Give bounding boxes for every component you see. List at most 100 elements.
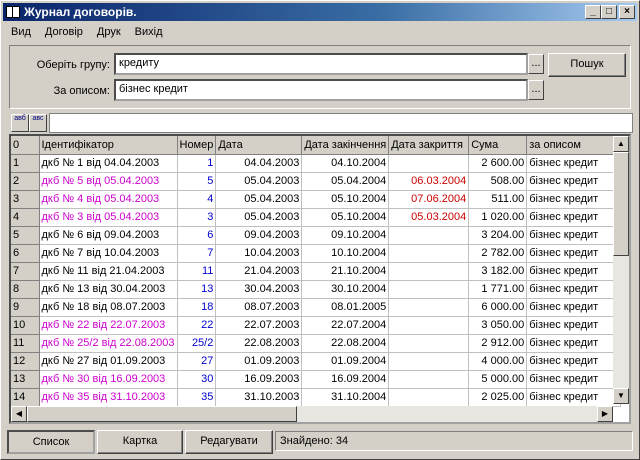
grid-filter-input[interactable] xyxy=(49,113,633,133)
cell-description[interactable]: бізнес кредит xyxy=(526,316,622,335)
cell-sum[interactable]: 3 182.00 xyxy=(468,262,528,281)
cell-id[interactable]: дкб № 7 від 10.04.2003 xyxy=(39,244,178,263)
cell-date[interactable]: 01.09.2003 xyxy=(215,352,303,371)
menu-contract[interactable]: Договір xyxy=(37,26,89,38)
minimize-button[interactable]: _ xyxy=(585,5,601,19)
menu-view[interactable]: Вид xyxy=(3,26,37,38)
row-number[interactable]: 13 xyxy=(11,370,40,389)
cell-date[interactable]: 10.04.2003 xyxy=(215,244,303,263)
cell-id[interactable]: дкб № 35 від 31.10.2003 xyxy=(39,388,178,407)
cell-id[interactable]: дкб № 6 від 09.04.2003 xyxy=(39,226,178,245)
table-row[interactable]: 14 дкб № 35 від 31.10.2003 35 31.10.2003 31.… xyxy=(11,388,622,407)
table-row[interactable]: 3 дкб № 4 від 05.04.2003 4 05.04.2003 05.10.… xyxy=(11,190,622,209)
cell-end-date[interactable]: 01.09.2004 xyxy=(301,352,390,371)
cell-sum[interactable]: 1 020.00 xyxy=(468,208,528,227)
cell-date[interactable]: 09.04.2003 xyxy=(215,226,303,245)
cell-end-date[interactable]: 22.07.2004 xyxy=(301,316,390,335)
table-row[interactable]: 5 дкб № 6 від 09.04.2003 6 09.04.2003 09.10.… xyxy=(11,226,622,245)
vertical-scrollbar[interactable]: ▲ ▼ xyxy=(613,136,629,404)
cell-end-date[interactable]: 05.10.2004 xyxy=(301,190,390,209)
cell-description[interactable]: бізнес кредит xyxy=(526,244,622,263)
sort-icon[interactable]: авб xyxy=(11,114,29,132)
cell-sum[interactable]: 3 050.00 xyxy=(468,316,528,335)
cell-sum[interactable]: 5 000.00 xyxy=(468,370,528,389)
cell-end-date[interactable]: 21.10.2004 xyxy=(301,262,390,281)
cell-close-date[interactable] xyxy=(388,262,470,281)
cell-sum[interactable]: 2 912.00 xyxy=(468,334,528,353)
search-button[interactable]: Пошук xyxy=(548,53,626,77)
col-header-index[interactable]: 0 xyxy=(11,136,40,155)
cell-id[interactable]: дкб № 25/2 від 22.08.2003 xyxy=(39,334,178,353)
table-row[interactable]: 1 дкб № 1 від 04.04.2003 1 04.04.2003 04.10.… xyxy=(11,154,622,173)
cell-sum[interactable]: 1 771.00 xyxy=(468,280,528,299)
description-browse-button[interactable]: ... xyxy=(528,80,544,100)
cell-description[interactable]: бізнес кредит xyxy=(526,172,622,191)
row-number[interactable]: 11 xyxy=(11,334,40,353)
cell-description[interactable]: бізнес кредит xyxy=(526,262,622,281)
cell-date[interactable]: 22.08.2003 xyxy=(215,334,303,353)
vertical-scroll-thumb[interactable] xyxy=(613,152,629,256)
cell-number[interactable]: 22 xyxy=(177,316,217,335)
edit-button[interactable]: Редагувати xyxy=(185,430,273,454)
cell-date[interactable]: 05.04.2003 xyxy=(215,190,303,209)
cell-date[interactable]: 08.07.2003 xyxy=(215,298,303,317)
cell-close-date[interactable] xyxy=(388,352,470,371)
cell-sum[interactable]: 511.00 xyxy=(468,190,528,209)
cell-date[interactable]: 22.07.2003 xyxy=(215,316,303,335)
scroll-right-button[interactable]: ▶ xyxy=(597,406,613,422)
cell-id[interactable]: дкб № 18 від 08.07.2003 xyxy=(39,298,178,317)
cell-number[interactable]: 30 xyxy=(177,370,217,389)
col-header-end-date[interactable]: Дата закінчення xyxy=(301,136,390,155)
table-row[interactable]: 7 дкб № 11 від 21.04.2003 11 21.04.2003 21.1… xyxy=(11,262,622,281)
cell-id[interactable]: дкб № 5 від 05.04.2003 xyxy=(39,172,178,191)
cell-date[interactable]: 21.04.2003 xyxy=(215,262,303,281)
col-header-description[interactable]: за описом xyxy=(526,136,622,155)
table-row[interactable]: 12 дкб № 27 від 01.09.2003 27 01.09.2003 01.… xyxy=(11,352,622,371)
col-header-id[interactable]: Ідентифікатор xyxy=(39,136,178,155)
cell-close-date[interactable] xyxy=(388,370,470,389)
cell-number[interactable]: 27 xyxy=(177,352,217,371)
cell-end-date[interactable]: 09.10.2004 xyxy=(301,226,390,245)
group-field[interactable]: кредиту xyxy=(114,53,528,75)
menu-print[interactable]: Друк xyxy=(89,26,127,38)
cell-description[interactable]: бізнес кредит xyxy=(526,334,622,353)
table-row[interactable]: 13 дкб № 30 від 16.09.2003 30 16.09.2003 16.… xyxy=(11,370,622,389)
group-browse-button[interactable]: ... xyxy=(528,54,544,74)
cell-end-date[interactable]: 30.10.2004 xyxy=(301,280,390,299)
row-number[interactable]: 12 xyxy=(11,352,40,371)
close-button[interactable]: × xyxy=(619,5,635,19)
cell-number[interactable]: 4 xyxy=(177,190,217,209)
cell-end-date[interactable]: 31.10.2004 xyxy=(301,388,390,407)
table-row[interactable]: 4 дкб № 3 від 05.04.2003 3 05.04.2003 05.10.… xyxy=(11,208,622,227)
col-header-close-date[interactable]: Дата закриття xyxy=(388,136,470,155)
scroll-down-button[interactable]: ▼ xyxy=(613,388,629,404)
row-number[interactable]: 4 xyxy=(11,208,40,227)
row-number[interactable]: 1 xyxy=(11,154,40,173)
cell-close-date[interactable]: 05.03.2004 xyxy=(388,208,470,227)
cell-description[interactable]: бізнес кредит xyxy=(526,298,622,317)
row-number[interactable]: 10 xyxy=(11,316,40,335)
cell-end-date[interactable]: 22.08.2004 xyxy=(301,334,390,353)
cell-sum[interactable]: 2 782.00 xyxy=(468,244,528,263)
cell-number[interactable]: 5 xyxy=(177,172,217,191)
cell-end-date[interactable]: 10.10.2004 xyxy=(301,244,390,263)
cell-sum[interactable]: 2 025.00 xyxy=(468,388,528,407)
cell-date[interactable]: 05.04.2003 xyxy=(215,172,303,191)
filter-icon[interactable]: авс xyxy=(29,114,47,132)
col-header-sum[interactable]: Сума xyxy=(468,136,528,155)
cell-description[interactable]: бізнес кредит xyxy=(526,208,622,227)
row-number[interactable]: 6 xyxy=(11,244,40,263)
cell-sum[interactable]: 2 600.00 xyxy=(468,154,528,173)
cell-end-date[interactable]: 05.10.2004 xyxy=(301,208,390,227)
cell-sum[interactable]: 6 000.00 xyxy=(468,298,528,317)
cell-date[interactable]: 05.04.2003 xyxy=(215,208,303,227)
table-row[interactable]: 11 дкб № 25/2 від 22.08.2003 25/2 22.08.200… xyxy=(11,334,622,353)
scroll-left-button[interactable]: ◀ xyxy=(11,406,27,422)
menu-exit[interactable]: Вихід xyxy=(127,26,169,38)
cell-number[interactable]: 11 xyxy=(177,262,217,281)
cell-number[interactable]: 13 xyxy=(177,280,217,299)
table-row[interactable]: 2 дкб № 5 від 05.04.2003 5 05.04.2003 05.04.… xyxy=(11,172,622,191)
cell-sum[interactable]: 4 000.00 xyxy=(468,352,528,371)
cell-description[interactable]: бізнес кредит xyxy=(526,154,622,173)
row-number[interactable]: 9 xyxy=(11,298,40,317)
